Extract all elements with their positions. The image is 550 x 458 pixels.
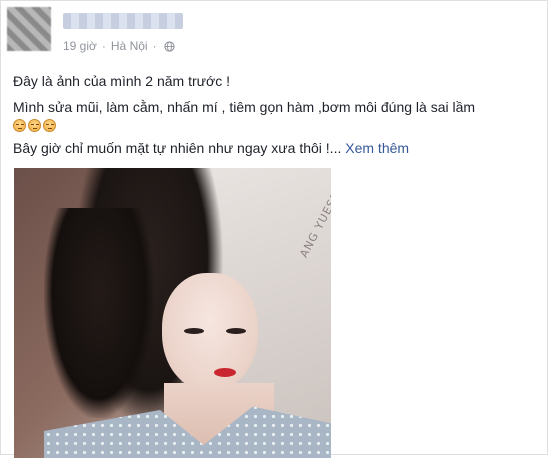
meta-separator: · — [101, 39, 106, 53]
right-eye — [226, 328, 246, 334]
avatar[interactable] — [7, 7, 51, 51]
post-time[interactable]: 19 giờ — [63, 39, 97, 53]
post-meta: 19 giờ · Hà Nội · — [63, 39, 175, 53]
lips — [214, 368, 236, 377]
post-text-line-3: Bây giờ chỉ muốn mặt tự nhiên như ngay x… — [13, 140, 409, 156]
pillow-print: ANG YUESP — [297, 190, 331, 260]
meta-separator-2: · — [152, 39, 157, 53]
post-text-line-1: Đây là ảnh của mình 2 năm trước ! — [13, 73, 230, 89]
post-text-line-2: Mình sửa mũi, làm cằm, nhấn mí , tiêm gọ… — [13, 99, 476, 115]
post-text-line-3-body: Bây giờ chỉ muốn mặt tự nhiên như ngay x… — [13, 140, 342, 156]
see-more-link[interactable]: Xem thêm — [345, 140, 409, 156]
post-location[interactable]: Hà Nội — [111, 39, 148, 53]
hair-shadow — [44, 208, 154, 418]
relieved-face-icon — [13, 119, 26, 132]
relieved-face-icon — [43, 119, 56, 132]
author-name-blurred[interactable] — [63, 13, 183, 29]
globe-icon[interactable] — [163, 40, 175, 52]
left-eye — [184, 328, 204, 334]
relieved-face-icon — [28, 119, 41, 132]
post-photo[interactable]: ANG YUESP — [14, 168, 331, 458]
emoji-row — [13, 119, 56, 132]
post-card: 19 giờ · Hà Nội · Đây là ảnh của mình 2 … — [0, 0, 548, 458]
